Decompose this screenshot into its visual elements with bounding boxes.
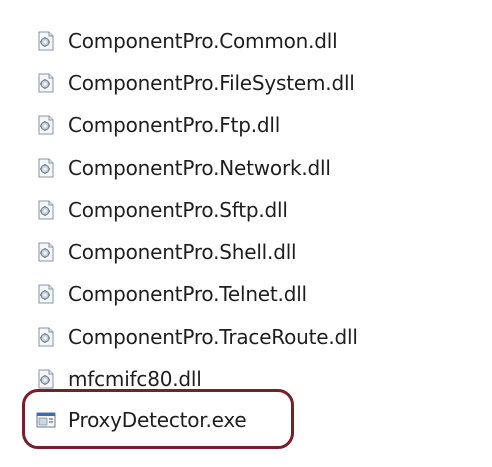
file-name: ComponentPro.Common.dll <box>68 29 338 53</box>
file-name: mfcmifc80.dll <box>68 367 202 391</box>
dll-file-icon <box>36 73 56 93</box>
dll-file-icon <box>36 284 56 304</box>
file-name: ComponentPro.Network.dll <box>68 156 331 180</box>
dll-file-icon <box>36 115 56 135</box>
file-name: ComponentPro.TraceRoute.dll <box>68 325 358 349</box>
file-name: ComponentPro.Shell.dll <box>68 240 297 264</box>
dll-file-icon <box>36 200 56 220</box>
dll-file-icon <box>36 31 56 51</box>
file-item-componentpro-traceroute[interactable]: ComponentPro.TraceRoute.dll <box>36 320 358 354</box>
file-name: ProxyDetector.exe <box>68 408 247 432</box>
file-item-componentpro-ftp[interactable]: ComponentPro.Ftp.dll <box>36 108 280 142</box>
file-name: ComponentPro.Ftp.dll <box>68 113 281 137</box>
exe-file-icon <box>36 410 56 430</box>
file-name: ComponentPro.Telnet.dll <box>68 282 307 306</box>
file-item-componentpro-network[interactable]: ComponentPro.Network.dll <box>36 151 331 185</box>
dll-file-icon <box>36 242 56 262</box>
dll-file-icon <box>36 327 56 347</box>
file-item-mfcmifc80[interactable]: mfcmifc80.dll <box>36 362 202 396</box>
file-item-componentpro-shell[interactable]: ComponentPro.Shell.dll <box>36 235 297 269</box>
file-name: ComponentPro.FileSystem.dll <box>68 71 355 95</box>
file-item-componentpro-sftp[interactable]: ComponentPro.Sftp.dll <box>36 193 288 227</box>
dll-file-icon <box>36 369 56 389</box>
dll-file-icon <box>36 158 56 178</box>
file-item-componentpro-common[interactable]: ComponentPro.Common.dll <box>36 24 338 58</box>
file-item-componentpro-telnet[interactable]: ComponentPro.Telnet.dll <box>36 277 307 311</box>
file-item-proxydetector-exe[interactable]: ProxyDetector.exe <box>36 403 247 437</box>
file-item-componentpro-filesystem[interactable]: ComponentPro.FileSystem.dll <box>36 66 355 100</box>
file-list: ComponentPro.Common.dll ComponentPro.Fil… <box>0 0 492 467</box>
file-name: ComponentPro.Sftp.dll <box>68 198 288 222</box>
